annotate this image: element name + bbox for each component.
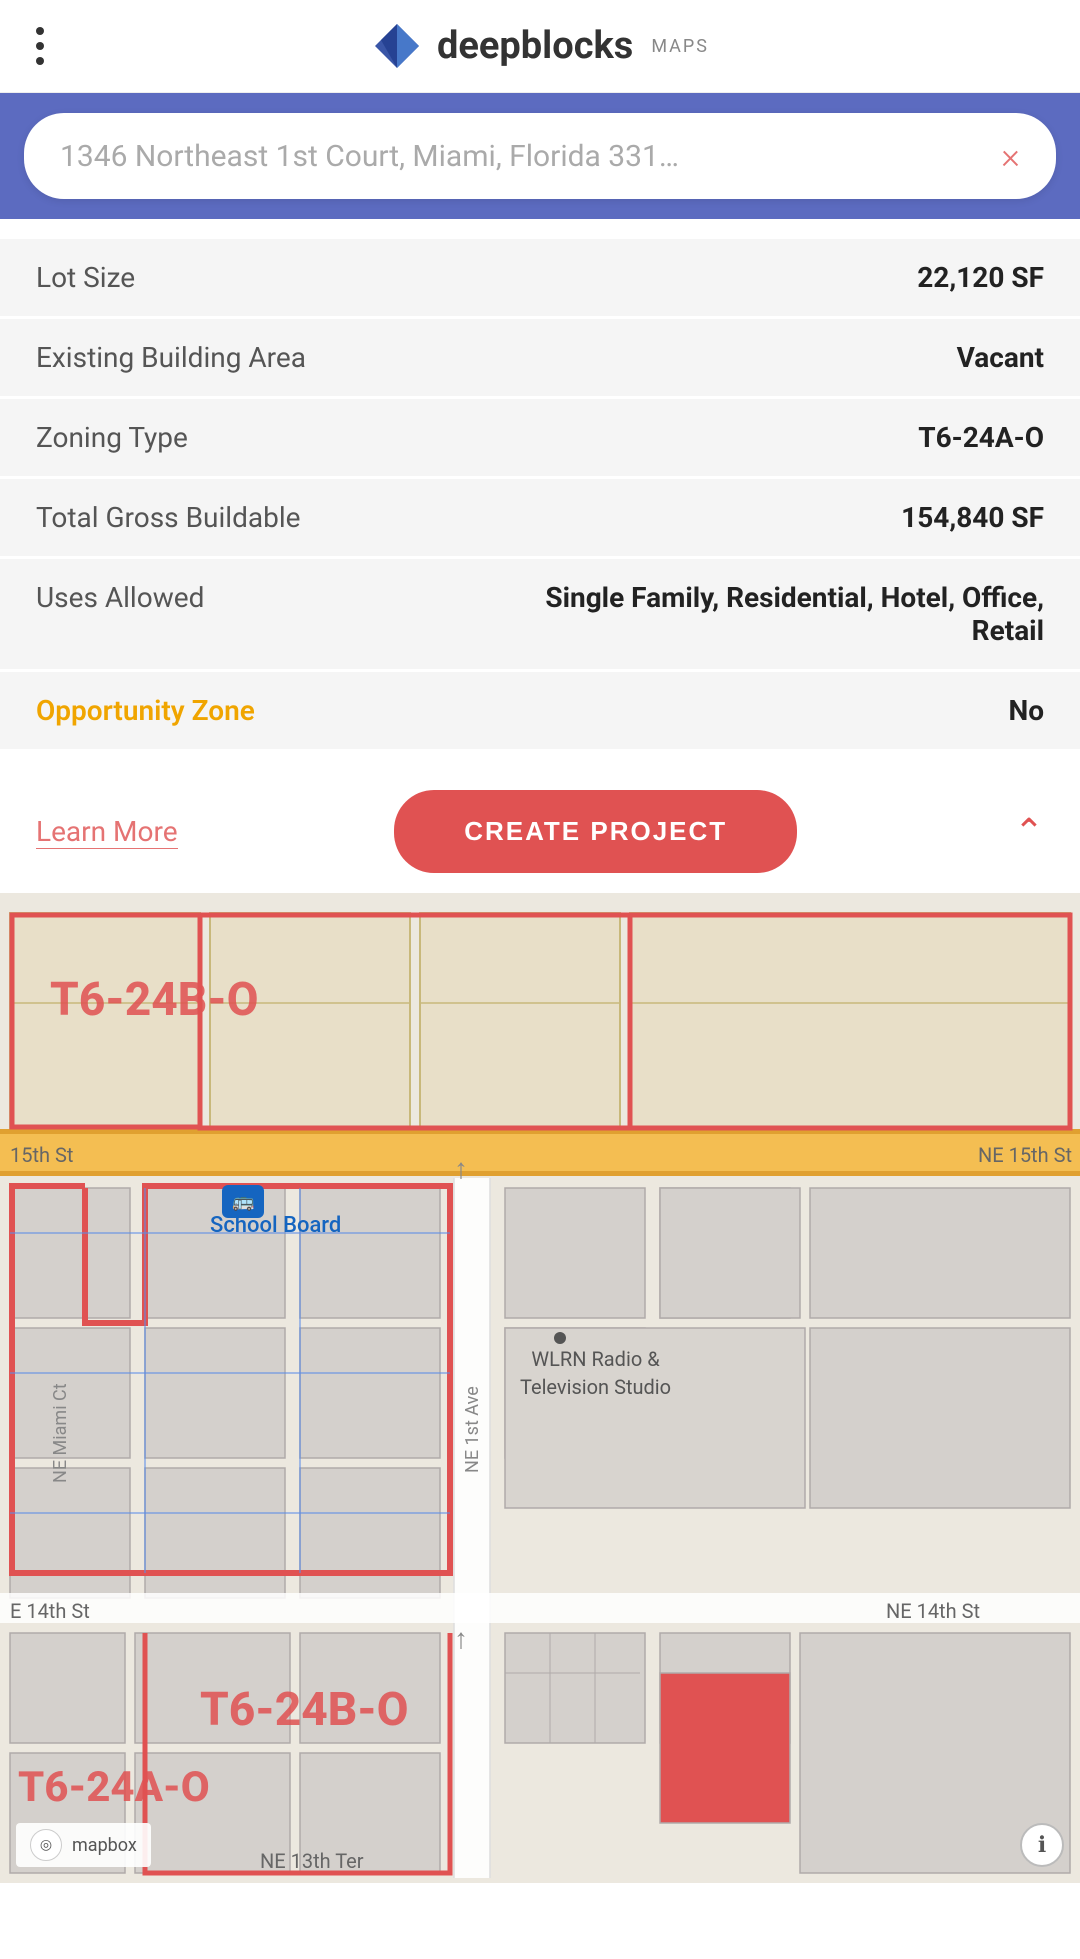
ne-15th-st-label-right: NE 15th St (978, 1143, 1072, 1167)
uses-allowed-row: Uses Allowed Single Family, Residential,… (0, 559, 1080, 669)
logo: deepblocks MAPS (371, 20, 709, 72)
zoning-type-label: Zoning Type (36, 421, 188, 454)
opportunity-zone-value: No (1008, 694, 1044, 727)
logo-maps-text: MAPS (651, 36, 709, 57)
ne-miami-ct-label: NE Miami Ct (50, 1283, 71, 1483)
ne-14th-st-label-right: NE 14th St (886, 1599, 980, 1623)
learn-more-link[interactable]: Learn More (36, 815, 178, 849)
menu-button[interactable] (36, 27, 44, 65)
logo-icon (371, 20, 423, 72)
search-address: 1346 Northeast 1st Court, Miami, Florida… (60, 139, 1001, 174)
compass-icon: ◎ (30, 1829, 62, 1861)
lot-size-row: Lot Size 22,120 SF (0, 239, 1080, 316)
gross-buildable-row: Total Gross Buildable 154,840 SF (0, 479, 1080, 556)
search-bar-wrapper: 1346 Northeast 1st Court, Miami, Florida… (0, 93, 1080, 219)
svg-text:↑: ↑ (454, 1152, 468, 1185)
actions-bar: Learn More CREATE PROJECT ⌃ (0, 762, 1080, 893)
ne-13th-ter-label: NE 13th Ter (260, 1849, 364, 1873)
ne-1st-ave-label: NE 1st Ave (462, 1273, 483, 1473)
ne-14th-st-label-left: E 14th St (10, 1599, 90, 1623)
logo-text: deepblocks (437, 24, 633, 68)
clear-search-button[interactable]: × (1001, 135, 1020, 177)
lot-size-value: 22,120 SF (917, 261, 1044, 294)
gross-buildable-label: Total Gross Buildable (36, 501, 300, 534)
zone-label-t6-24a-o: T6-24A-O (18, 1763, 210, 1812)
zone-label-t6-24b-o-lower: T6-24B-O (200, 1683, 408, 1737)
map-info-button[interactable]: ℹ (1020, 1823, 1064, 1867)
uses-allowed-value: Single Family, Residential, Hotel, Offic… (490, 581, 1044, 647)
lot-size-label: Lot Size (36, 261, 135, 294)
school-board-label: School Board (210, 1213, 341, 1238)
zoning-type-value: T6-24A-O (918, 421, 1044, 454)
property-info-panel: Lot Size 22,120 SF Existing Building Are… (0, 219, 1080, 762)
uses-allowed-label: Uses Allowed (36, 581, 204, 614)
wlrn-label: WLRN Radio &Television Studio (520, 1345, 671, 1401)
building-area-row: Existing Building Area Vacant (0, 319, 1080, 396)
building-area-label: Existing Building Area (36, 341, 306, 374)
create-project-button[interactable]: CREATE PROJECT (394, 790, 797, 873)
building-area-value: Vacant (957, 341, 1044, 374)
gross-buildable-value: 154,840 SF (901, 501, 1044, 534)
search-bar[interactable]: 1346 Northeast 1st Court, Miami, Florida… (24, 113, 1056, 199)
opportunity-zone-row: Opportunity Zone No (0, 672, 1080, 749)
mapbox-attribution: ◎ mapbox (16, 1823, 151, 1867)
bus-icon: 🚌 (232, 1191, 254, 1212)
app-header: deepblocks MAPS (0, 0, 1080, 93)
opportunity-zone-label: Opportunity Zone (36, 694, 255, 727)
ne-15th-st-label-left: 15th St (10, 1143, 73, 1167)
map-view[interactable]: ↑ ↑ T6-24B-O T6-24B-O T6-24A-O 15th St N… (0, 893, 1080, 1883)
collapse-button[interactable]: ⌃ (1014, 811, 1044, 853)
zone-label-t6-24b-o-upper: T6-24B-O (50, 973, 258, 1027)
zoning-type-row: Zoning Type T6-24A-O (0, 399, 1080, 476)
mapbox-text: mapbox (72, 1835, 137, 1856)
svg-text:↑: ↑ (454, 1622, 468, 1655)
